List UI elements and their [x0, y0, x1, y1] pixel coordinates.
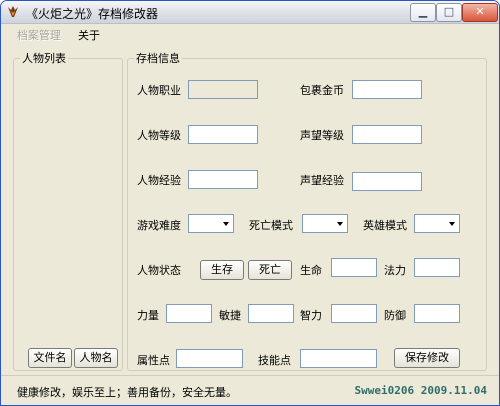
- def-field[interactable]: [414, 304, 460, 323]
- life-label: 生命: [300, 264, 322, 277]
- str-field[interactable]: [166, 304, 212, 323]
- fame-level-label: 声望等级: [300, 129, 344, 142]
- status-bar: 健康修改，娱乐至上；善用备份，安全无量。 Swwei0206 2009.11.0…: [1, 375, 499, 405]
- dead-button[interactable]: 死亡: [248, 260, 292, 280]
- int-field[interactable]: [331, 304, 377, 323]
- sort-by-filename-button[interactable]: 文件名: [28, 348, 72, 368]
- attr-points-field[interactable]: [176, 349, 243, 368]
- level-label: 人物等级: [137, 129, 181, 142]
- gold-label: 包裹金币: [300, 84, 344, 97]
- alive-button[interactable]: 生存: [200, 260, 244, 280]
- exp-label: 人物经验: [137, 174, 181, 187]
- life-field[interactable]: [331, 258, 377, 277]
- close-button[interactable]: ✕: [462, 3, 498, 22]
- status-message: 健康修改，娱乐至上；善用备份，安全无量。: [17, 386, 237, 399]
- level-field[interactable]: [188, 125, 258, 144]
- gold-field[interactable]: [352, 80, 422, 99]
- character-list[interactable]: [17, 67, 117, 343]
- maximize-button[interactable]: □: [436, 3, 462, 22]
- close-icon: ✕: [475, 5, 485, 18]
- minimize-icon: ▁: [418, 5, 428, 18]
- menu-about[interactable]: 关于: [78, 27, 100, 43]
- dex-label: 敏捷: [219, 309, 241, 322]
- menu-file-management[interactable]: 档案管理: [17, 27, 61, 43]
- def-label: 防御: [384, 309, 406, 322]
- chevron-down-icon: [337, 222, 343, 226]
- class-field: [188, 80, 258, 99]
- sort-by-charname-button[interactable]: 人物名: [74, 348, 118, 368]
- death-mode-select[interactable]: [302, 214, 348, 233]
- chevron-down-icon: [449, 222, 455, 226]
- menu-bar: 档案管理 关于: [1, 24, 499, 43]
- window-title: 《火炬之光》存档修改器: [26, 7, 159, 21]
- fame-exp-label: 声望经验: [300, 174, 344, 187]
- hero-mode-select[interactable]: [414, 214, 460, 233]
- save-button[interactable]: 保存修改: [394, 348, 460, 368]
- minimize-button[interactable]: ▁: [410, 3, 436, 22]
- mana-field[interactable]: [414, 258, 460, 277]
- attr-points-label: 属性点: [137, 354, 170, 367]
- skill-points-label: 技能点: [258, 354, 291, 367]
- skill-points-field[interactable]: [300, 349, 377, 368]
- maximize-icon: □: [443, 5, 455, 18]
- title-bar[interactable]: 《火炬之光》存档修改器 ▁ □ ✕: [1, 1, 499, 24]
- torch-app-icon: [8, 6, 18, 17]
- character-list-title: 人物列表: [22, 52, 66, 65]
- exp-field[interactable]: [188, 170, 258, 189]
- chevron-down-icon: [223, 222, 229, 226]
- dex-field[interactable]: [248, 304, 294, 323]
- difficulty-label: 游戏难度: [137, 219, 181, 232]
- death-mode-label: 死亡模式: [249, 219, 293, 232]
- difficulty-select[interactable]: [188, 214, 234, 233]
- class-label: 人物职业: [137, 84, 181, 97]
- mana-label: 法力: [384, 264, 406, 277]
- fame-exp-field[interactable]: [352, 172, 422, 191]
- status-label: 人物状态: [137, 264, 181, 277]
- fame-level-field[interactable]: [352, 125, 422, 144]
- int-label: 智力: [300, 309, 322, 322]
- app-window: 《火炬之光》存档修改器 ▁ □ ✕ 档案管理 关于 人物列表 文件名 人物名 存…: [0, 0, 500, 406]
- author-version: Swwei0206 2009.11.04: [354, 384, 487, 397]
- save-info-title: 存档信息: [136, 52, 180, 65]
- hero-mode-label: 英雄模式: [363, 219, 407, 232]
- str-label: 力量: [137, 309, 159, 322]
